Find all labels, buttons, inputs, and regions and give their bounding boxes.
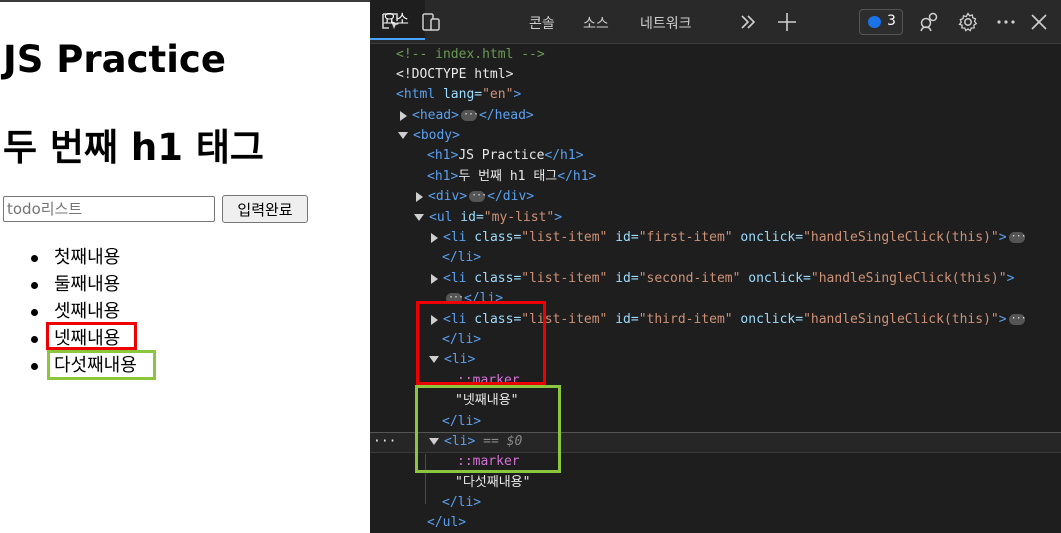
performance-icon[interactable] [918, 11, 940, 33]
dom-li-close[interactable]: </li> [442, 493, 481, 513]
tab-elements[interactable]: 요소 [370, 0, 425, 40]
ellipsis-icon[interactable] [1008, 227, 1026, 247]
row-more-icon[interactable]: ··· [373, 432, 396, 452]
ellipsis-icon[interactable] [460, 105, 478, 125]
dom-h1-node[interactable]: <h1>JS Practice</h1> [427, 146, 584, 166]
collapse-arrow-icon[interactable] [398, 132, 408, 139]
expand-arrow-icon[interactable] [400, 110, 407, 121]
page-heading-1: JS Practice [3, 38, 226, 81]
dom-body-node[interactable]: <body> [398, 126, 460, 146]
green-highlight-box [415, 385, 561, 473]
green-highlight-box [47, 350, 156, 380]
dom-doctype[interactable]: <!DOCTYPE html> [396, 65, 513, 85]
issues-count: 3 [887, 13, 896, 29]
tab-sources[interactable]: 소스 [583, 13, 609, 33]
dom-text-node[interactable]: "다섯째내용" [455, 473, 530, 493]
todo-input[interactable] [3, 196, 215, 222]
list-item[interactable]: 둘째내용 [0, 271, 137, 298]
dom-div-node[interactable]: <div></div> [416, 186, 534, 207]
issues-icon [868, 16, 881, 28]
submit-button[interactable]: 입력완료 [222, 195, 308, 223]
list-item[interactable]: 셋째내용 [0, 298, 137, 325]
settings-icon[interactable] [957, 11, 979, 33]
collapse-arrow-icon[interactable] [414, 214, 424, 221]
list-item[interactable]: 첫째내용 [0, 244, 137, 271]
devtools-toolbar: 요소 콘솔 소스 네트워크 3 [370, 0, 1061, 44]
dom-html-node[interactable]: <html lang="en"> [396, 85, 521, 105]
tab-elements-label: 요소 [383, 12, 409, 28]
dom-comment[interactable]: <!-- index.html --> [396, 45, 545, 65]
ellipsis-icon[interactable] [1008, 309, 1026, 329]
red-highlight-box [416, 301, 546, 385]
dom-h1-node[interactable]: <h1>두 번째 h1 태그</h1> [427, 167, 596, 187]
page-heading-2: 두 번째 h1 태그 [3, 126, 264, 169]
tab-console[interactable]: 콘솔 [529, 13, 555, 33]
tab-network[interactable]: 네트워크 [640, 13, 692, 33]
dom-head-node[interactable]: <head></head> [400, 105, 534, 126]
expand-arrow-icon[interactable] [416, 191, 423, 202]
add-tab-icon[interactable] [776, 11, 798, 33]
ellipsis-icon[interactable] [469, 186, 486, 206]
dom-li-node[interactable]: <li class="list-item" id="second-item" o… [431, 269, 1014, 289]
dom-ul-node[interactable]: <ul id="my-list"> [414, 208, 562, 228]
expand-arrow-icon[interactable] [431, 273, 438, 284]
red-highlight-box [46, 322, 137, 350]
dom-li-close[interactable]: </li> [442, 248, 481, 268]
more-options-icon[interactable] [995, 11, 1017, 33]
device-toggle-icon[interactable] [420, 11, 442, 33]
expand-arrow-icon[interactable] [431, 232, 438, 243]
close-icon[interactable] [1028, 11, 1050, 33]
rendered-page: JS Practice 두 번째 h1 태그 입력완료 첫째내용 둘째내용 셋째… [0, 0, 370, 533]
dom-ul-close[interactable]: </ul> [427, 513, 466, 533]
devtools-panel: 요소 콘솔 소스 네트워크 3 <!-- index.html --> <!DO… [370, 0, 1061, 533]
more-tabs-icon[interactable] [737, 11, 759, 33]
dom-li-node[interactable]: <li class="list-item" id="first-item" on… [431, 227, 1027, 248]
issues-badge[interactable]: 3 [859, 9, 903, 35]
